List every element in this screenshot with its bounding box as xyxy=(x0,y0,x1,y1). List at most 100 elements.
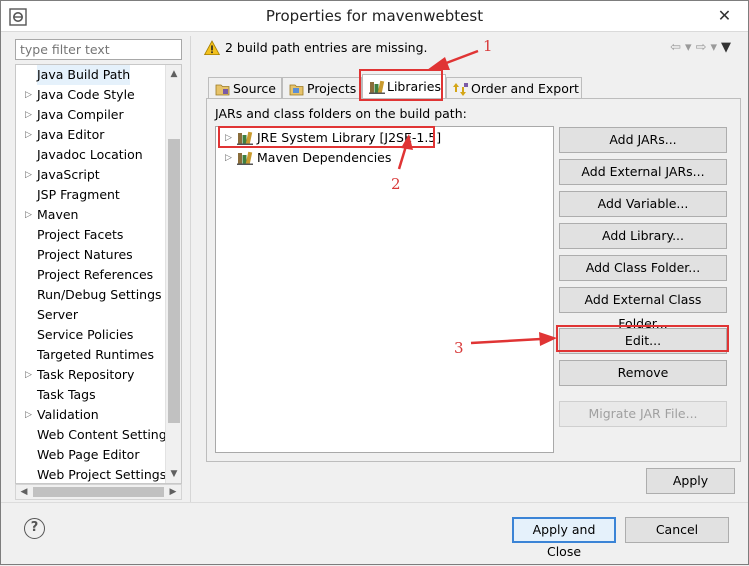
tree-item-service-policies[interactable]: Service Policies xyxy=(16,325,166,345)
tree-item-task-tags[interactable]: Task Tags xyxy=(16,385,166,405)
tree-item-javascript[interactable]: ▷ JavaScript xyxy=(16,165,166,185)
source-folder-icon xyxy=(215,84,230,96)
library-list[interactable]: ▷ JRE System Library [J2SE-1.5] ▷ Maven … xyxy=(215,126,554,453)
tree-item-label: Java Editor xyxy=(37,127,105,142)
edit-button[interactable]: Edit... xyxy=(559,328,727,354)
tree-item-web-page-editor[interactable]: Web Page Editor xyxy=(16,445,166,465)
tree-item-java-build-path[interactable]: Java Build Path xyxy=(16,65,166,85)
scroll-left-icon[interactable]: ◀ xyxy=(16,485,32,499)
library-label: JRE System Library [J2SE-1.5] xyxy=(257,130,442,145)
tree-item-jsp-fragment[interactable]: JSP Fragment xyxy=(16,185,166,205)
tree-item-java-code-style[interactable]: ▷ Java Code Style xyxy=(16,85,166,105)
tree-item-label: Web Project Settings xyxy=(37,467,167,482)
tree-item-task-repository[interactable]: ▷ Task Repository xyxy=(16,365,166,385)
tree-item-project-natures[interactable]: Project Natures xyxy=(16,245,166,265)
panel-label: JARs and class folders on the build path… xyxy=(215,106,467,121)
expand-arrow-icon[interactable]: ▷ xyxy=(25,105,35,125)
library-icon xyxy=(237,151,253,165)
library-label: Maven Dependencies xyxy=(257,150,392,165)
tab-label: Projects xyxy=(307,81,357,96)
tree-item-label: Targeted Runtimes xyxy=(37,347,154,362)
tree-item-label: Run/Debug Settings xyxy=(37,287,162,302)
tree-item-label: Task Repository xyxy=(37,367,135,382)
add-external-jars-button[interactable]: Add External JARs... xyxy=(559,159,727,185)
tree-item-label: Validation xyxy=(37,407,99,422)
tree-item-label: JavaScript xyxy=(37,167,100,182)
tree-horizontal-scrollbar[interactable]: ◀ ▶ xyxy=(15,484,182,500)
tree-item-project-facets[interactable]: Project Facets xyxy=(16,225,166,245)
remove-button[interactable]: Remove xyxy=(559,360,727,386)
tree-item-label: Service Policies xyxy=(37,327,134,342)
view-menu-icon[interactable]: ▼ xyxy=(721,40,735,55)
status-message: 2 build path entries are missing. xyxy=(225,40,428,55)
annotation-number-3: 3 xyxy=(454,339,464,357)
tab-projects[interactable]: Projects xyxy=(282,77,362,100)
back-menu-icon[interactable]: ▾ xyxy=(685,40,696,55)
list-item-maven-dependencies[interactable]: ▷ Maven Dependencies xyxy=(216,148,546,168)
forward-menu-icon[interactable]: ▾ xyxy=(710,40,721,55)
order-export-icon xyxy=(453,83,468,96)
apply-and-close-button[interactable]: Apply and Close xyxy=(512,517,616,559)
library-icon xyxy=(237,131,253,145)
expand-arrow-icon[interactable]: ▷ xyxy=(25,85,35,105)
expand-arrow-icon[interactable]: ▷ xyxy=(25,205,35,225)
close-button[interactable]: ✕ xyxy=(701,1,748,31)
tree-item-web-content-settings[interactable]: Web Content Settings xyxy=(16,425,173,445)
add-class-folder-button[interactable]: Add Class Folder... xyxy=(559,255,727,281)
scroll-thumb-horizontal[interactable] xyxy=(33,487,164,497)
tree-item-label: Java Build Path xyxy=(37,65,131,85)
tree-item-java-editor[interactable]: ▷ Java Editor xyxy=(16,125,166,145)
migrate-jar-file-button[interactable]: Migrate JAR File... xyxy=(559,401,727,427)
add-library-button[interactable]: Add Library... xyxy=(559,223,727,249)
tree-item-label: Java Code Style xyxy=(37,87,135,102)
tab-label: Source xyxy=(233,81,276,96)
forward-arrow-icon[interactable]: ⇨ xyxy=(696,40,711,55)
scroll-up-icon[interactable]: ▲ xyxy=(166,67,181,81)
close-icon: ✕ xyxy=(717,6,732,25)
add-external-class-folder-button[interactable]: Add External Class Folder... xyxy=(559,287,727,331)
back-arrow-icon[interactable]: ⇦ xyxy=(670,40,685,55)
tree-item-targeted-runtimes[interactable]: Targeted Runtimes xyxy=(16,345,166,365)
expand-arrow-icon[interactable]: ▷ xyxy=(25,365,35,385)
tab-label: Libraries xyxy=(387,79,441,94)
tree-item-server[interactable]: Server xyxy=(16,305,166,325)
apply-button[interactable]: Apply xyxy=(646,468,735,494)
tree-item-web-project-settings[interactable]: Web Project Settings xyxy=(16,465,167,483)
filter-input[interactable] xyxy=(15,39,182,60)
add-jars-button[interactable]: Add JARs... xyxy=(559,127,727,153)
expand-arrow-icon[interactable]: ▷ xyxy=(25,405,35,425)
expand-arrow-icon[interactable]: ▷ xyxy=(25,125,35,145)
tree-item-label: Javadoc Location xyxy=(37,147,143,162)
history-navigation: ⇦▾⇨▾▼ xyxy=(670,40,735,55)
libraries-tab-panel: JARs and class folders on the build path… xyxy=(206,98,741,462)
tree-item-project-references[interactable]: Project References xyxy=(16,265,166,285)
cancel-button[interactable]: Cancel xyxy=(625,517,729,543)
annotation-number-2: 2 xyxy=(391,175,401,193)
add-variable-button[interactable]: Add Variable... xyxy=(559,191,727,217)
tree-item-run-debug-settings[interactable]: Run/Debug Settings xyxy=(16,285,166,305)
tree-item-validation[interactable]: ▷ Validation xyxy=(16,405,166,425)
tree-item-label: Maven xyxy=(37,207,79,222)
message-area: 2 build path entries are missing. ⇦▾⇨▾▼ xyxy=(198,37,743,59)
property-page-tree[interactable]: Java Build Path ▷ Java Code Style ▷ Java Com… xyxy=(15,64,182,484)
library-icon xyxy=(369,80,385,94)
tab-libraries[interactable]: Libraries xyxy=(362,74,446,101)
tree-item-java-compiler[interactable]: ▷ Java Compiler xyxy=(16,105,166,125)
help-icon[interactable]: ? xyxy=(24,518,45,539)
scroll-thumb[interactable] xyxy=(168,139,180,423)
expand-arrow-icon[interactable]: ▷ xyxy=(225,148,232,168)
tree-item-javadoc-location[interactable]: Javadoc Location xyxy=(16,145,166,165)
tab-order-and-export[interactable]: Order and Export xyxy=(446,77,582,100)
tree-item-label: Project References xyxy=(37,267,154,282)
scroll-right-icon[interactable]: ▶ xyxy=(165,485,181,499)
properties-dialog: Properties for mavenwebtest ✕ Java Build… xyxy=(0,0,749,565)
scroll-down-icon[interactable]: ▼ xyxy=(166,467,181,481)
list-item-jre-system-library[interactable]: ▷ JRE System Library [J2SE-1.5] xyxy=(216,128,546,148)
expand-arrow-icon[interactable]: ▷ xyxy=(25,165,35,185)
expand-arrow-icon[interactable]: ▷ xyxy=(225,128,232,148)
tab-source[interactable]: Source xyxy=(208,77,282,100)
tree-vertical-scrollbar[interactable]: ▲ ▼ xyxy=(165,65,181,483)
tree-item-maven[interactable]: ▷ Maven xyxy=(16,205,166,225)
warning-icon xyxy=(204,40,220,55)
pane-divider[interactable] xyxy=(190,36,191,502)
